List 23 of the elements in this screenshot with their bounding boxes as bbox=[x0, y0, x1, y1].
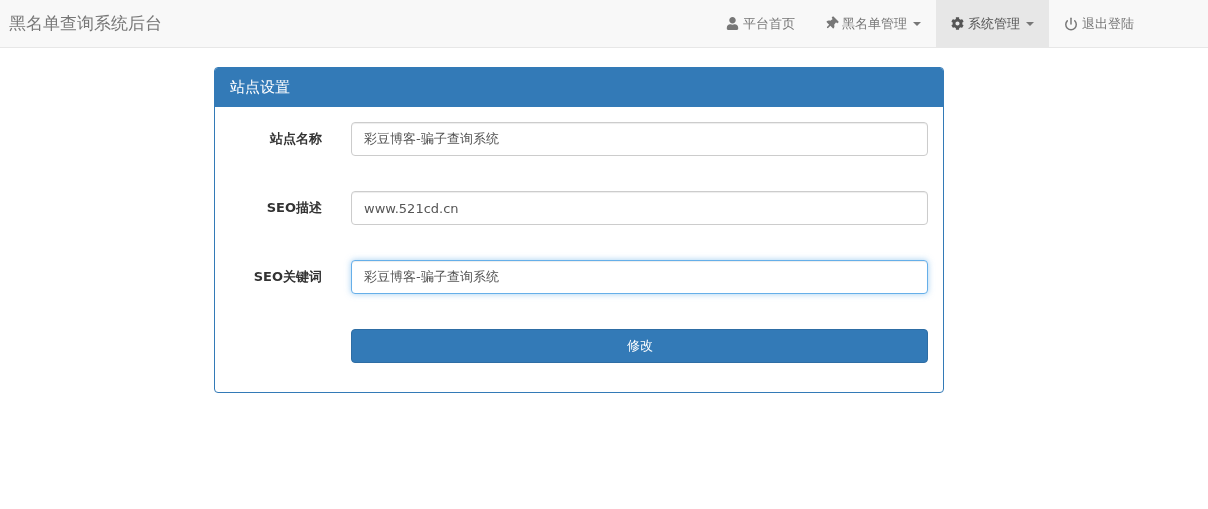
nav-label: 系统管理 bbox=[968, 14, 1020, 33]
power-icon bbox=[1064, 16, 1078, 31]
brand-title[interactable]: 黑名单查询系统后台 bbox=[9, 0, 162, 47]
input-field[interactable]: 彩豆博客-骗子查询系统 bbox=[351, 122, 928, 156]
nav-label: 黑名单管理 bbox=[842, 14, 907, 33]
caret-icon bbox=[913, 21, 921, 26]
submit-button[interactable]: 修改 bbox=[351, 329, 928, 363]
nav-item[interactable]: 黑名单管理 bbox=[810, 0, 936, 47]
caret-icon bbox=[1026, 21, 1034, 26]
nav-item[interactable]: 退出登陆 bbox=[1049, 0, 1149, 47]
pin-icon bbox=[825, 17, 838, 30]
nav-label: 平台首页 bbox=[743, 14, 795, 33]
panel-title: 站点设置 bbox=[230, 78, 290, 97]
input-field[interactable]: www.521cd.cn bbox=[351, 191, 928, 225]
user-icon bbox=[726, 17, 739, 30]
nav-label: 退出登陆 bbox=[1082, 14, 1134, 33]
gear-icon bbox=[951, 17, 964, 30]
field-label: 站点名称 bbox=[269, 130, 322, 148]
input-field[interactable]: 彩豆博客-骗子查询系统 bbox=[351, 260, 928, 294]
nav-item[interactable]: 系统管理 bbox=[936, 0, 1049, 47]
field-label: SEO关键词 bbox=[252, 268, 322, 286]
field-label: SEO描述 bbox=[265, 199, 322, 217]
nav-item[interactable]: 平台首页 bbox=[711, 0, 810, 47]
